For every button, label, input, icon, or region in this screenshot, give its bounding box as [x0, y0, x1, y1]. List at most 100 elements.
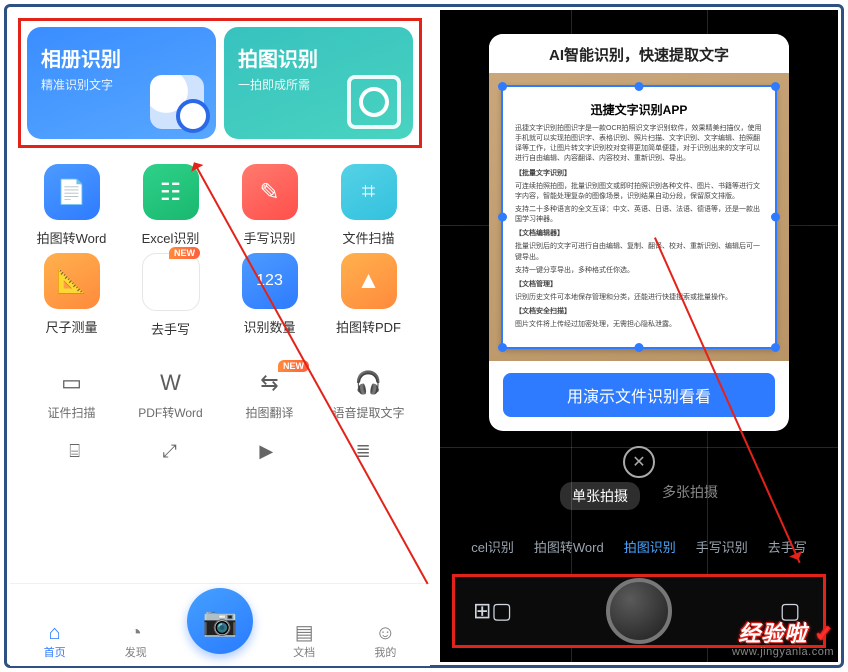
gallery-icon[interactable]: ▢	[775, 598, 805, 624]
section-head: 【文档编辑器】	[515, 229, 763, 239]
section-body: 支持二十多种语言的全文互译：中文、英语、日语、法语、德语等，还是一款出国学习神器…	[515, 205, 763, 225]
crop-handle[interactable]	[635, 82, 644, 91]
crop-handle[interactable]	[498, 82, 507, 91]
secondary-icon: ⇆	[252, 368, 288, 398]
feature-icon: ⌗	[341, 164, 397, 220]
pill-single-shot[interactable]: 单张拍摄	[560, 482, 640, 510]
feature-grid: 📄拍图转Word☷Excel识别✎手写识别⌗文件扫描📐尺子测量NEW✎去手写12…	[10, 156, 430, 338]
secondary-tile[interactable]: W PDF转Word	[123, 368, 218, 421]
secondary-label: 证件扫描	[24, 404, 119, 421]
crop-handle[interactable]	[771, 343, 780, 352]
feature-label: 识别数量	[222, 317, 317, 336]
mini-icon[interactable]: ▶	[259, 441, 273, 462]
feature-icon: 123	[242, 253, 298, 309]
right-screenshot: AI智能识别，快速提取文字 迅捷文字识别APP 迅捷文字识别拍图识字是一款OCR…	[440, 10, 838, 662]
nav-discover[interactable]: ◔发现	[106, 622, 166, 660]
section-head: 【文档安全扫描】	[515, 307, 763, 317]
feature-tile[interactable]: ▲ 拍图转PDF	[321, 253, 416, 338]
section-body: 图片文件将上传经过加密处理，无需担心隐私泄露。	[515, 320, 763, 330]
close-button[interactable]: ✕	[623, 446, 655, 478]
demo-cta-button[interactable]: 用演示文件识别看看	[503, 373, 775, 417]
feature-icon: ✎	[242, 164, 298, 220]
demo-card: AI智能识别，快速提取文字 迅捷文字识别APP 迅捷文字识别拍图识字是一款OCR…	[489, 34, 789, 431]
crop-handle[interactable]	[498, 343, 507, 352]
secondary-icon: W	[153, 368, 189, 398]
crop-handle[interactable]	[498, 213, 507, 222]
feature-icon: 📐	[44, 253, 100, 309]
nav-docs[interactable]: ▤文档	[274, 622, 334, 660]
nav-home[interactable]: ⌂首页	[25, 622, 85, 660]
left-screenshot: 相册识别 精准识别文字 拍图识别 一拍即成所需 📄 拍图转Word ☷ Excel识别…	[10, 10, 430, 662]
grid-toggle-icon[interactable]: ⊞▢	[473, 598, 503, 624]
shutter-bar: ⊞▢ ▢	[452, 574, 826, 648]
secondary-tile[interactable]: ▭ 证件扫描	[24, 368, 119, 421]
feature-tile[interactable]: 📄 拍图转Word	[24, 164, 119, 247]
hero-highlight-box: 相册识别 精准识别文字 拍图识别 一拍即成所需	[18, 18, 422, 148]
crop-handle[interactable]	[771, 213, 780, 222]
secondary-label: 语音提取文字	[321, 404, 416, 421]
mini-icon-row: ⌸ ⤢ ▶ ≣	[10, 421, 430, 462]
secondary-icon: ▭	[54, 368, 90, 398]
secondary-tile[interactable]: NEW⇆拍图翻译	[222, 368, 317, 421]
new-badge: NEW	[169, 247, 200, 259]
section-body: 支持一键分享导出，多种格式任你选。	[515, 266, 763, 276]
camera-icon: 📷	[203, 605, 238, 638]
feature-label: 拍图转Word	[24, 228, 119, 247]
feature-icon: 📄	[44, 164, 100, 220]
card-title: AI智能识别，快速提取文字	[489, 34, 789, 73]
secondary-tile[interactable]: 🎧 语音提取文字	[321, 368, 416, 421]
section-body: 识别历史文件可本地保存管理和分类，还能进行快捷搜索或批量操作。	[515, 293, 763, 303]
album-magnifier-icon	[150, 75, 204, 129]
hero-camera-recognize[interactable]: 拍图识别 一拍即成所需	[224, 27, 413, 139]
section-body: 批量识别后的文字可进行自由编辑、复制、翻译、校对、重新识别、编辑后可一键导出。	[515, 242, 763, 262]
pill-multi-shot[interactable]: 多张拍摄	[662, 482, 718, 510]
mini-icon[interactable]: ≣	[356, 441, 371, 462]
secondary-label: PDF转Word	[123, 404, 218, 421]
nav-mine[interactable]: ☺我的	[355, 622, 415, 660]
detected-document[interactable]: 迅捷文字识别APP 迅捷文字识别拍图识字是一款OCR拍照识文字识别软件，效果精美…	[501, 85, 777, 349]
feature-icon: ✎	[142, 253, 200, 311]
nav-camera-fab[interactable]: 📷	[187, 588, 253, 654]
mode-1[interactable]: 拍图转Word	[534, 537, 604, 556]
feature-tile[interactable]: ⌗ 文件扫描	[321, 164, 416, 247]
new-badge: NEW	[278, 360, 309, 372]
feature-tile[interactable]: 123 识别数量	[222, 253, 317, 338]
feature-label: 拍图转PDF	[321, 317, 416, 336]
feature-label: 去手写	[123, 319, 218, 338]
mode-0[interactable]: cel识别	[471, 537, 514, 556]
mode-2[interactable]: 拍图识别	[624, 537, 676, 556]
feature-tile[interactable]: NEW✎去手写	[123, 253, 218, 338]
secondary-label: 拍图翻译	[222, 404, 317, 421]
hero-title: 拍图识别	[238, 43, 399, 72]
mini-icon[interactable]: ⤢	[162, 441, 176, 462]
mode-3[interactable]: 手写识别	[696, 537, 748, 556]
crop-handle[interactable]	[635, 343, 644, 352]
mode-strip[interactable]: cel识别 拍图转Word 拍图识别 手写识别 去手写	[440, 537, 838, 556]
camera-icon	[347, 75, 401, 129]
feature-tile[interactable]: ☷ Excel识别	[123, 164, 218, 247]
mode-4[interactable]: 去手写	[768, 537, 807, 556]
feature-tile[interactable]: ✎ 手写识别	[222, 164, 317, 247]
section-head: 【批量文字识别】	[515, 169, 763, 179]
feature-label: Excel识别	[123, 228, 218, 247]
feature-icon: ☷	[143, 164, 199, 220]
crop-handle[interactable]	[771, 82, 780, 91]
feature-label: 手写识别	[222, 228, 317, 247]
hero-title: 相册识别	[41, 43, 202, 72]
shot-mode-pills: 单张拍摄 多张拍摄	[440, 482, 838, 510]
shutter-button[interactable]	[606, 578, 672, 644]
feature-icon: ▲	[341, 253, 397, 309]
bottom-nav: ⌂首页 ◔发现 📷 ▤文档 ☺我的	[10, 583, 430, 666]
card-body: 迅捷文字识别APP 迅捷文字识别拍图识字是一款OCR拍照识文字识别软件，效果精美…	[489, 73, 789, 361]
secondary-icon: 🎧	[351, 368, 387, 398]
feature-label: 文件扫描	[321, 228, 416, 247]
mini-icon[interactable]: ⌸	[69, 441, 80, 462]
hero-album-recognize[interactable]: 相册识别 精准识别文字	[27, 27, 216, 139]
paper-intro: 迅捷文字识别拍图识字是一款OCR拍照识文字识别软件，效果精美扫描仪，使用手机就可…	[515, 124, 763, 165]
secondary-grid: ▭ 证件扫描 W PDF转Word NEW⇆ 拍图翻译 🎧 语音提取文字	[10, 338, 430, 421]
feature-tile[interactable]: 📐 尺子测量	[24, 253, 119, 338]
section-body: 可连续拍照拍图，批量识别图文或即时拍照识别各种文件、图片、书籍等进行文字内容，智…	[515, 182, 763, 202]
section-head: 【文档管理】	[515, 280, 763, 290]
feature-label: 尺子测量	[24, 317, 119, 336]
paper-title: 迅捷文字识别APP	[515, 101, 763, 118]
